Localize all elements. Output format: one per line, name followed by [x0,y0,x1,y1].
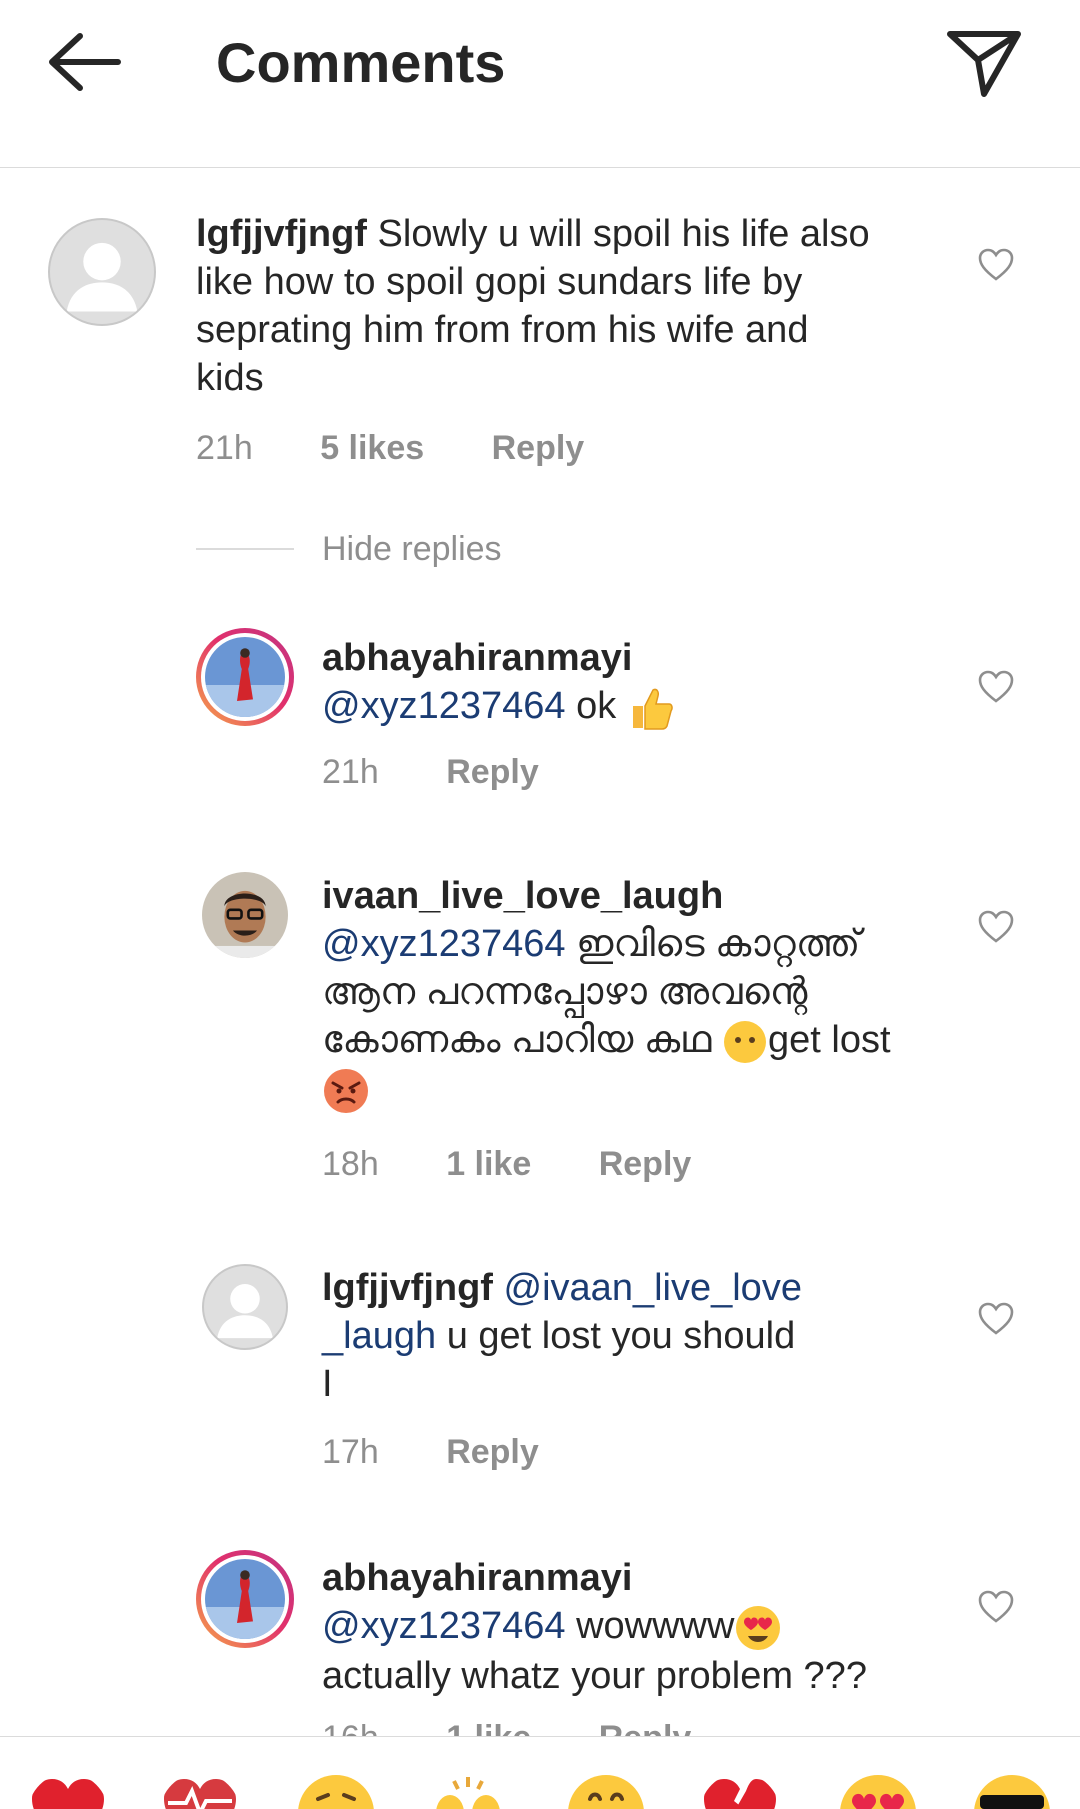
reply-button[interactable]: Reply [492,428,585,468]
default-avatar-icon [217,1284,273,1339]
profile-photo [202,872,288,958]
mention-link[interactable]: @ivaan_live_love [504,1267,802,1309]
comment-meta: 17h Reply [322,1432,539,1472]
default-avatar-icon [66,242,138,312]
arrow-left-icon[interactable] [44,30,124,94]
comment-body-line: seprating him from from his wife and [196,309,809,351]
profile-photo [205,637,285,717]
reply-button[interactable]: Reply [599,1144,692,1184]
heart-eyes-emoji [736,1605,781,1650]
mention-link[interactable]: _laugh [322,1315,436,1357]
comment-username[interactable]: ivaan_live_love_laugh [322,875,723,917]
comment-time: 21h [196,429,253,467]
comment-username[interactable]: lgfjjvfjngf [322,1267,493,1309]
like-heart-icon[interactable] [978,1590,1014,1624]
thumbs-up-emoji [632,688,673,730]
comment-time: 18h [322,1145,379,1183]
angry-face-emoji [324,1068,368,1113]
grinning-face-icon[interactable] [566,1773,646,1809]
raising-hands-icon[interactable] [428,1773,508,1809]
comment-time: 21h [322,753,379,791]
header-bar: Comments [0,0,1080,168]
likes-count[interactable]: 5 likes [320,428,424,468]
comment-body-line: Slowly u will spoil his life also [377,213,870,255]
hide-replies-button[interactable]: Hide replies [322,530,502,569]
comment-body: u get lost you should [446,1315,796,1357]
comment-body-line: ആന പറന്നപ്പോഴാ അവന്റെ [322,971,808,1013]
comment-body: wowwww [576,1605,735,1647]
page-title: Comments [216,31,506,94]
mention-link[interactable]: @xyz1237464 [322,1605,566,1647]
comment-username[interactable]: lgfjjvfjngf [196,213,367,255]
like-heart-icon[interactable] [978,1302,1014,1336]
profile-photo [205,1559,285,1639]
heartbeat-icon[interactable] [160,1773,240,1809]
avatar[interactable] [196,628,294,726]
comment-time: 17h [322,1433,379,1471]
reply-button[interactable]: Reply [446,752,539,792]
comment-text: abhayahiranmayi @xyz1237464 wowwww actua… [322,1554,982,1700]
paper-plane-icon[interactable] [946,28,1022,98]
likes-count[interactable]: 1 like [446,1718,531,1736]
comment-body: ok [576,685,617,727]
comment-meta: 21h Reply [322,752,539,792]
worried-face-icon[interactable] [296,1773,376,1809]
comment-body-line: like how to spoil gopi sundars life by [196,261,803,303]
comment-body-line: ഇവിടെ കാറ്റത്ത് [576,923,861,965]
comment-text: ivaan_live_love_laugh @xyz1237464 ഇവിടെ … [322,872,962,1115]
like-heart-icon[interactable] [978,670,1014,704]
reply-button[interactable]: Reply [599,1718,692,1736]
mention-link[interactable]: @xyz1237464 [322,685,566,727]
avatar[interactable] [202,1264,288,1350]
comment-body-line: get lost [768,1019,891,1061]
heart-eyes-icon[interactable] [838,1773,918,1809]
likes-count[interactable]: 1 like [446,1144,531,1184]
comment-username[interactable]: abhayahiranmayi [322,637,632,679]
comment-body-line: actually whatz your problem ??? [322,1654,867,1697]
comment-meta: 18h 1 like Reply [322,1144,691,1184]
like-heart-icon[interactable] [978,248,1014,282]
divider [196,548,294,550]
quick-reaction-bar [0,1736,1080,1809]
avatar[interactable] [202,872,288,958]
avatar[interactable] [48,218,156,326]
comment-body-line: kids [196,357,264,399]
sunglasses-face-icon[interactable] [972,1773,1052,1809]
comment-time: 16h [322,1718,379,1736]
comment-text: abhayahiranmayi @xyz1237464 ok [322,634,962,732]
avatar[interactable] [196,1550,294,1648]
comment-body-line: I [322,1363,333,1405]
no-mouth-face-emoji [724,1020,767,1063]
comment-body-line: കോണകം പാറിയ കഥ [322,1019,712,1061]
reply-button[interactable]: Reply [446,1432,539,1472]
comment-meta: 21h 5 likes Reply [196,428,584,468]
broken-heart-icon[interactable] [700,1773,780,1809]
comment-text: lgfjjvfjngf @ivaan_live_love _laugh u ge… [322,1264,962,1408]
comment-text: lgfjjvfjngf Slowly u will spoil his life… [196,210,956,402]
mention-link[interactable]: @xyz1237464 [322,923,566,965]
comment-meta: 16h 1 like Reply [322,1718,691,1736]
like-heart-icon[interactable] [978,910,1014,944]
red-heart-icon[interactable] [28,1773,108,1809]
comment-username[interactable]: abhayahiranmayi [322,1557,632,1599]
